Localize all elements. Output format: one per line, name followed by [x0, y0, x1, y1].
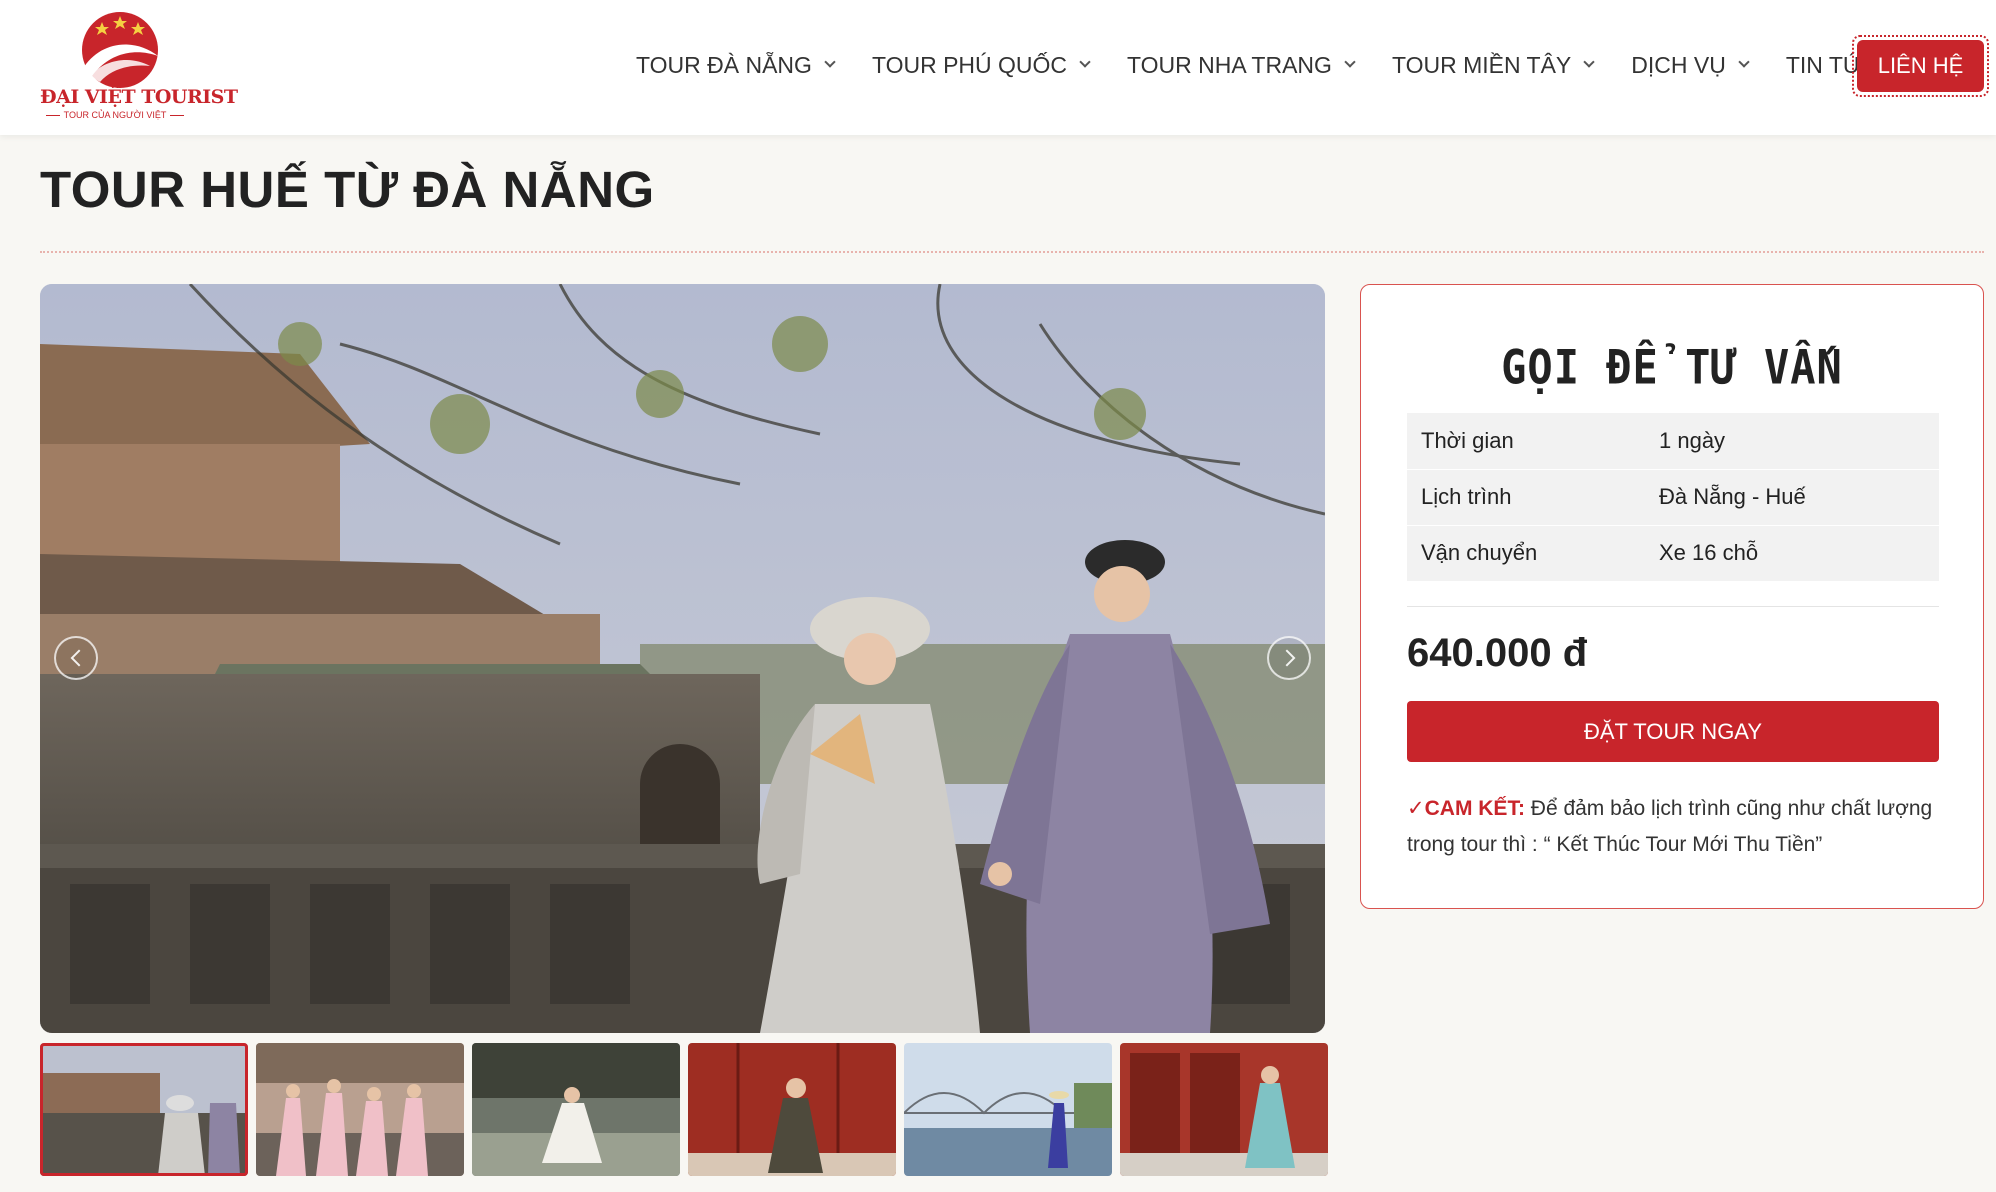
- thumb-image: [40, 1043, 248, 1176]
- site-header: ĐẠI VIỆT TOURIST TOUR CỦA NGƯỜI VIỆT TOU…: [0, 0, 1996, 135]
- thumb-image: [1120, 1043, 1328, 1176]
- table-row: Vận chuyển Xe 16 chỗ: [1407, 525, 1939, 581]
- thumbnail-red-doors-blue-ao-dai[interactable]: [1120, 1043, 1328, 1176]
- main-gallery-image[interactable]: [40, 284, 1325, 1033]
- nav-item-tour-mien-tay[interactable]: TOUR MIỀN TÂY: [1391, 38, 1595, 92]
- nav-item-label: DỊCH VỤ: [1631, 51, 1726, 78]
- hue-citadel-photo: [40, 284, 1325, 1033]
- chevron-down-icon: [1583, 56, 1595, 68]
- nav-item-label: TOUR PHÚ QUỐC: [871, 51, 1068, 78]
- table-row: Lịch trình Đà Nẵng - Huế: [1407, 469, 1939, 525]
- nav-item-tour-da-nang[interactable]: TOUR ĐÀ NẴNG: [636, 38, 836, 92]
- page-title: TOUR HUẾ TỪ ĐÀ NẴNG: [40, 161, 655, 218]
- tour-info-table: Thời gian 1 ngày Lịch trình Đà Nẵng - Hu…: [1407, 413, 1939, 582]
- nav-item-label: TOUR ĐÀ NẴNG: [636, 51, 812, 78]
- booking-card: GỌI ĐỂ TƯ VẤN Thời gian 1 ngày Lịch trìn…: [1360, 284, 1984, 909]
- main-nav: TOUR ĐÀ NẴNG TOUR PHÚ QUỐC TOUR NHA TRAN…: [636, 38, 1939, 92]
- info-value: Đà Nẵng - Huế: [1659, 484, 1806, 509]
- thumbnail-red-doors-woman[interactable]: [688, 1043, 896, 1176]
- nav-item-tour-phu-quoc[interactable]: TOUR PHÚ QUỐC: [871, 38, 1091, 92]
- booking-title: GỌI ĐỂ TƯ VẤN: [1501, 340, 1843, 395]
- thumbnail-white-ao-dai-tomb[interactable]: [472, 1043, 680, 1176]
- info-key: Lịch trình: [1421, 484, 1512, 509]
- gallery-thumbnails: [40, 1043, 1328, 1176]
- logo-brand-text: ĐẠI VIỆT TOURIST: [40, 86, 238, 108]
- nav-item-label: TOUR NHA TRANG: [1127, 51, 1332, 78]
- gallery-prev-button[interactable]: [54, 636, 98, 680]
- info-key: Vận chuyển: [1421, 540, 1538, 565]
- thumbnail-truong-tien-bridge[interactable]: [904, 1043, 1112, 1176]
- chevron-down-icon: [1344, 56, 1356, 68]
- thumbnail-pink-ao-dai-group[interactable]: [256, 1043, 464, 1176]
- thumbnail-citadel-couple[interactable]: [40, 1043, 248, 1176]
- gallery-next-button[interactable]: [1267, 636, 1311, 680]
- info-value: Xe 16 chỗ: [1659, 540, 1759, 565]
- chevron-down-icon: [1738, 56, 1750, 68]
- divider: [1407, 606, 1939, 607]
- contact-button-frame: LIÊN HỆ: [1852, 35, 1989, 97]
- site-logo[interactable]: ĐẠI VIỆT TOURIST TOUR CỦA NGƯỜI VIỆT: [40, 10, 238, 125]
- info-value: 1 ngày: [1659, 427, 1726, 453]
- nav-item-label: TOUR MIỀN TÂY: [1391, 51, 1572, 78]
- thumb-image: [256, 1043, 464, 1176]
- logo-emblem-icon: [82, 12, 158, 88]
- nav-item-tour-nha-trang[interactable]: TOUR NHA TRANG: [1127, 38, 1356, 92]
- chevron-down-icon: [824, 56, 836, 68]
- tour-price: 640.000 đ: [1407, 631, 1588, 675]
- thumb-image: [688, 1043, 896, 1176]
- title-divider: [40, 251, 1984, 253]
- chevron-down-icon: [1079, 56, 1091, 68]
- info-key: Thời gian: [1421, 427, 1514, 453]
- commitment-label: CAM KẾT:: [1424, 797, 1525, 820]
- thumb-image: [472, 1043, 680, 1176]
- chevron-right-icon: [1278, 649, 1295, 667]
- logo-slogan: TOUR CỦA NGƯỜI VIỆT: [40, 110, 190, 120]
- nav-item-dich-vu[interactable]: DỊCH VỤ: [1631, 38, 1750, 92]
- chevron-left-icon: [70, 649, 87, 667]
- book-tour-button[interactable]: ĐẶT TOUR NGAY: [1407, 701, 1939, 762]
- thumb-image: [904, 1043, 1112, 1176]
- check-icon: ✓: [1407, 797, 1425, 820]
- contact-button[interactable]: LIÊN HỆ: [1857, 40, 1984, 92]
- commitment-note: ✓CAM KẾT: Để đảm bảo lịch trình cũng như…: [1407, 791, 1939, 863]
- table-row: Thời gian 1 ngày: [1407, 413, 1939, 469]
